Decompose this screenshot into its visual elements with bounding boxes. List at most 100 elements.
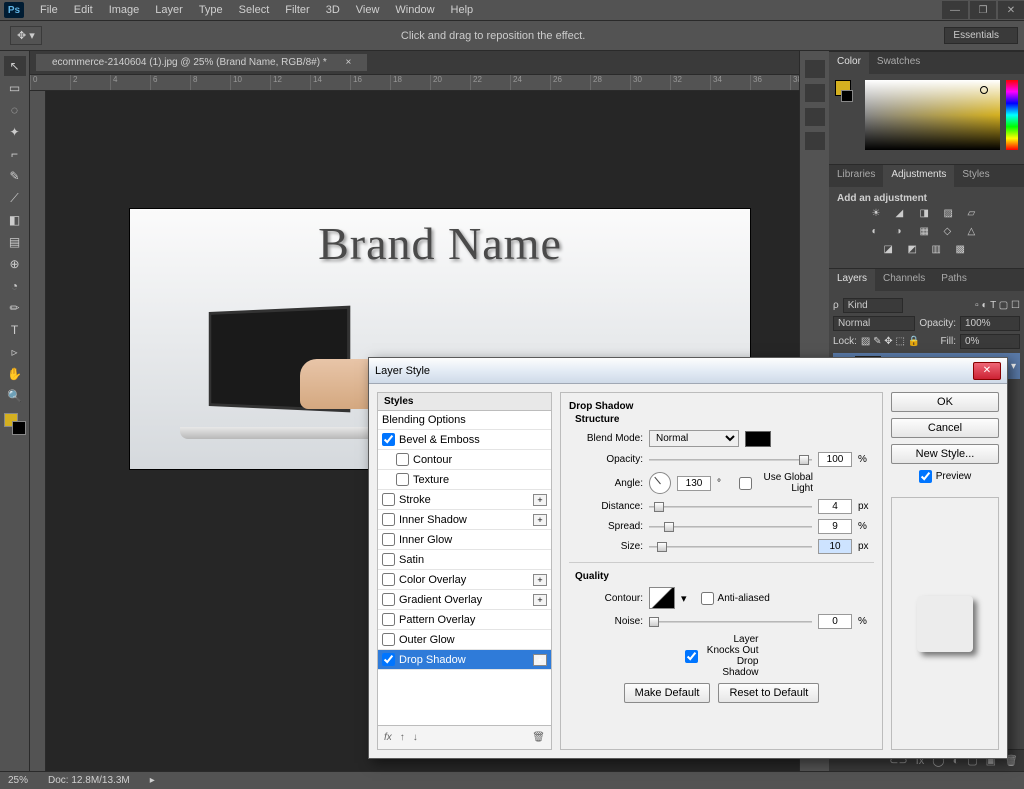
tool-7[interactable]: ◧ bbox=[4, 210, 26, 230]
fill-input[interactable]: 0% bbox=[960, 334, 1020, 349]
adj-icon[interactable]: ◪ bbox=[884, 244, 898, 258]
adj-icon[interactable]: ◇ bbox=[944, 226, 958, 240]
zoom-level[interactable]: 25% bbox=[8, 775, 28, 786]
tool-1[interactable]: ▭ bbox=[4, 78, 26, 98]
style-checkbox[interactable] bbox=[382, 613, 395, 626]
tab-adjustments[interactable]: Adjustments bbox=[883, 165, 954, 187]
collapsed-panel-icon[interactable] bbox=[805, 84, 825, 102]
distance-input[interactable] bbox=[818, 499, 852, 514]
size-slider[interactable] bbox=[649, 540, 812, 554]
adj-icon[interactable]: ◢ bbox=[896, 208, 910, 222]
distance-slider[interactable] bbox=[649, 500, 812, 514]
angle-dial[interactable] bbox=[649, 472, 671, 494]
preview-checkbox[interactable] bbox=[919, 470, 932, 483]
add-effect-icon[interactable]: + bbox=[533, 514, 547, 526]
hue-strip[interactable] bbox=[1006, 80, 1018, 150]
move-tool-indicator[interactable]: ✥ ▾ bbox=[10, 26, 42, 45]
tab-styles[interactable]: Styles bbox=[954, 165, 997, 187]
noise-slider[interactable] bbox=[649, 615, 812, 629]
style-inner-shadow[interactable]: Inner Shadow+ bbox=[378, 510, 551, 530]
tab-paths[interactable]: Paths bbox=[933, 269, 975, 291]
menu-window[interactable]: Window bbox=[387, 4, 442, 16]
noise-input[interactable] bbox=[818, 614, 852, 629]
spread-input[interactable] bbox=[818, 519, 852, 534]
adj-icon[interactable]: ☀ bbox=[872, 208, 886, 222]
tool-5[interactable]: ✎ bbox=[4, 166, 26, 186]
angle-input[interactable] bbox=[677, 476, 711, 491]
menu-edit[interactable]: Edit bbox=[66, 4, 101, 16]
style-gradient-overlay[interactable]: Gradient Overlay+ bbox=[378, 590, 551, 610]
style-checkbox[interactable] bbox=[382, 433, 395, 446]
style-contour[interactable]: Contour bbox=[378, 450, 551, 470]
layer-filter-kind[interactable]: Kind bbox=[843, 298, 903, 313]
workspace-selector[interactable]: Essentials bbox=[944, 27, 1018, 44]
collapsed-panel-icon[interactable] bbox=[805, 132, 825, 150]
opacity-input[interactable]: 100% bbox=[960, 316, 1020, 331]
add-effect-icon[interactable]: + bbox=[533, 594, 547, 606]
tool-15[interactable]: 🔍 bbox=[4, 386, 26, 406]
tool-10[interactable]: ◔ bbox=[4, 276, 26, 296]
opacity-input[interactable] bbox=[818, 452, 852, 467]
contour-picker[interactable] bbox=[649, 587, 675, 609]
style-pattern-overlay[interactable]: Pattern Overlay bbox=[378, 610, 551, 630]
collapsed-panel-icon[interactable] bbox=[805, 108, 825, 126]
antialiased-checkbox[interactable] bbox=[701, 592, 714, 605]
add-effect-icon[interactable]: + bbox=[533, 654, 547, 666]
menu-3d[interactable]: 3D bbox=[318, 4, 348, 16]
adj-icon[interactable]: ▱ bbox=[968, 208, 982, 222]
style-checkbox[interactable] bbox=[382, 493, 395, 506]
menu-view[interactable]: View bbox=[348, 4, 388, 16]
style-texture[interactable]: Texture bbox=[378, 470, 551, 490]
tool-2[interactable]: ◌ bbox=[4, 100, 26, 120]
blend-mode-select[interactable]: Normal bbox=[649, 430, 739, 447]
tool-12[interactable]: T bbox=[4, 320, 26, 340]
menu-filter[interactable]: Filter bbox=[277, 4, 317, 16]
maximize-button[interactable]: ❐ bbox=[970, 1, 996, 19]
style-color-overlay[interactable]: Color Overlay+ bbox=[378, 570, 551, 590]
fx-menu-icon[interactable]: fx bbox=[384, 732, 392, 743]
tool-0[interactable]: ↖ bbox=[4, 56, 26, 76]
adj-icon[interactable]: ◑ bbox=[896, 226, 910, 240]
tool-8[interactable]: ▤ bbox=[4, 232, 26, 252]
color-swatch[interactable] bbox=[4, 413, 26, 435]
style-outer-glow[interactable]: Outer Glow bbox=[378, 630, 551, 650]
knockout-checkbox[interactable] bbox=[685, 650, 698, 663]
tab-layers[interactable]: Layers bbox=[829, 269, 875, 291]
menu-help[interactable]: Help bbox=[443, 4, 482, 16]
style-drop-shadow[interactable]: Drop Shadow+ bbox=[378, 650, 551, 670]
close-window-button[interactable]: ✕ bbox=[998, 1, 1024, 19]
adj-icon[interactable]: ▦ bbox=[920, 226, 934, 240]
minimize-button[interactable]: — bbox=[942, 1, 968, 19]
tool-4[interactable]: ⌐ bbox=[4, 144, 26, 164]
reset-default-button[interactable]: Reset to Default bbox=[718, 683, 819, 703]
cancel-button[interactable]: Cancel bbox=[891, 418, 999, 438]
spread-slider[interactable] bbox=[649, 520, 812, 534]
style-checkbox[interactable] bbox=[382, 633, 395, 646]
tool-3[interactable]: ✦ bbox=[4, 122, 26, 142]
tool-14[interactable]: ✋ bbox=[4, 364, 26, 384]
ok-button[interactable]: OK bbox=[891, 392, 999, 412]
style-checkbox[interactable] bbox=[382, 533, 395, 546]
new-style-button[interactable]: New Style... bbox=[891, 444, 999, 464]
menu-select[interactable]: Select bbox=[231, 4, 278, 16]
tab-libraries[interactable]: Libraries bbox=[829, 165, 883, 187]
style-checkbox[interactable] bbox=[382, 553, 395, 566]
menu-image[interactable]: Image bbox=[101, 4, 148, 16]
style-checkbox[interactable] bbox=[382, 513, 395, 526]
style-bevel-emboss[interactable]: Bevel & Emboss bbox=[378, 430, 551, 450]
add-effect-icon[interactable]: + bbox=[533, 494, 547, 506]
tool-13[interactable]: ▹ bbox=[4, 342, 26, 362]
foreground-background-swatch[interactable] bbox=[835, 80, 859, 158]
adj-icon[interactable]: ▨ bbox=[944, 208, 958, 222]
adj-icon[interactable]: ◐ bbox=[872, 226, 886, 240]
adj-icon[interactable]: ▩ bbox=[956, 244, 970, 258]
dialog-close-button[interactable]: ✕ bbox=[973, 362, 1001, 380]
tool-11[interactable]: ✏ bbox=[4, 298, 26, 318]
blend-mode-select[interactable]: Normal bbox=[833, 316, 915, 331]
up-icon[interactable]: ↑ bbox=[400, 732, 405, 743]
document-tab[interactable]: ecommerce-2140604 (1).jpg @ 25% (Brand N… bbox=[36, 54, 367, 71]
menu-type[interactable]: Type bbox=[191, 4, 231, 16]
tool-9[interactable]: ⊕ bbox=[4, 254, 26, 274]
shadow-color-chip[interactable] bbox=[745, 431, 771, 447]
adj-icon[interactable]: △ bbox=[968, 226, 982, 240]
